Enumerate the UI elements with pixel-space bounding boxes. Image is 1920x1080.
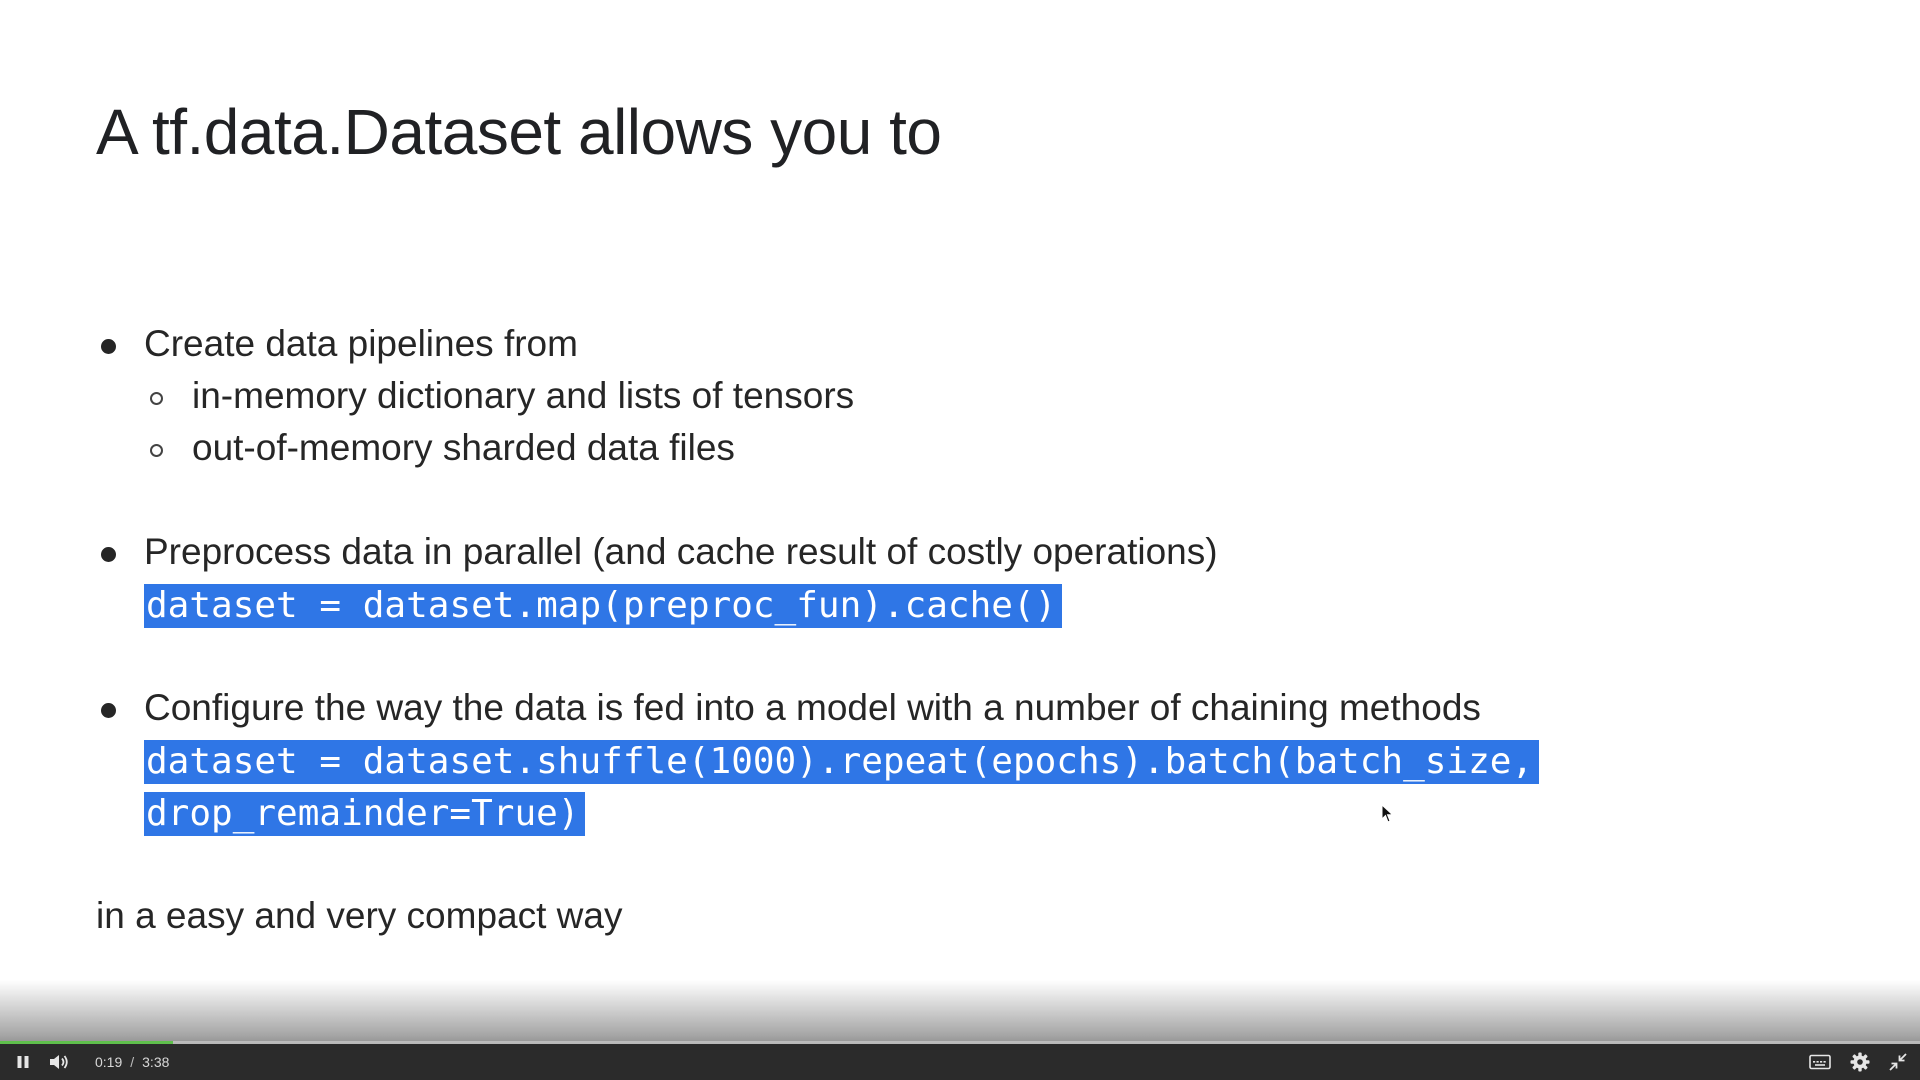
bullet-create-pipelines: Create data pipelines from <box>144 323 578 364</box>
current-time: 0:19 <box>95 1054 123 1070</box>
volume-button[interactable] <box>44 1044 74 1080</box>
pause-button[interactable] <box>8 1044 38 1080</box>
bullet-marker <box>101 339 116 354</box>
slide-title: A tf.data.Dataset allows you to <box>96 96 942 168</box>
code-map-cache: dataset = dataset.map(preproc_fun).cache… <box>144 584 1063 628</box>
exit-fullscreen-icon <box>1889 1053 1907 1071</box>
captions-button[interactable] <box>1804 1044 1836 1080</box>
volume-icon <box>50 1055 68 1069</box>
pause-icon <box>17 1056 29 1068</box>
sub-bullet-marker <box>150 392 163 405</box>
settings-icon <box>1850 1052 1870 1072</box>
time-display: 0:19 / 3:38 <box>95 1044 169 1080</box>
captions-icon <box>1809 1054 1831 1070</box>
code-drop-remainder: drop_remainder=True) <box>144 792 586 836</box>
sub-item-in-memory: in-memory dictionary and lists of tensor… <box>192 375 855 416</box>
bullet-preprocess: Preprocess data in parallel (and cache r… <box>144 531 1218 572</box>
exit-fullscreen-button[interactable] <box>1882 1044 1914 1080</box>
bullet-configure: Configure the way the data is fed into a… <box>144 687 1481 728</box>
duration: 3:38 <box>142 1054 170 1070</box>
closing-line: in a easy and very compact way <box>96 895 623 936</box>
slide-frame: A tf.data.Dataset allows you to Create d… <box>0 0 1920 1010</box>
control-bar: 0:19 / 3:38 <box>0 1044 1920 1080</box>
bullet-marker <box>101 703 116 718</box>
settings-button[interactable] <box>1844 1044 1876 1080</box>
time-separator: / <box>130 1054 135 1070</box>
video-player[interactable]: A tf.data.Dataset allows you to Create d… <box>0 0 1920 1080</box>
sub-bullet-marker <box>150 444 163 457</box>
sub-item-out-of-memory: out-of-memory sharded data files <box>192 427 735 468</box>
bullet-marker <box>101 547 116 562</box>
mouse-cursor-icon <box>1381 804 1394 823</box>
code-shuffle-repeat-batch: dataset = dataset.shuffle(1000).repeat(e… <box>144 740 1540 784</box>
